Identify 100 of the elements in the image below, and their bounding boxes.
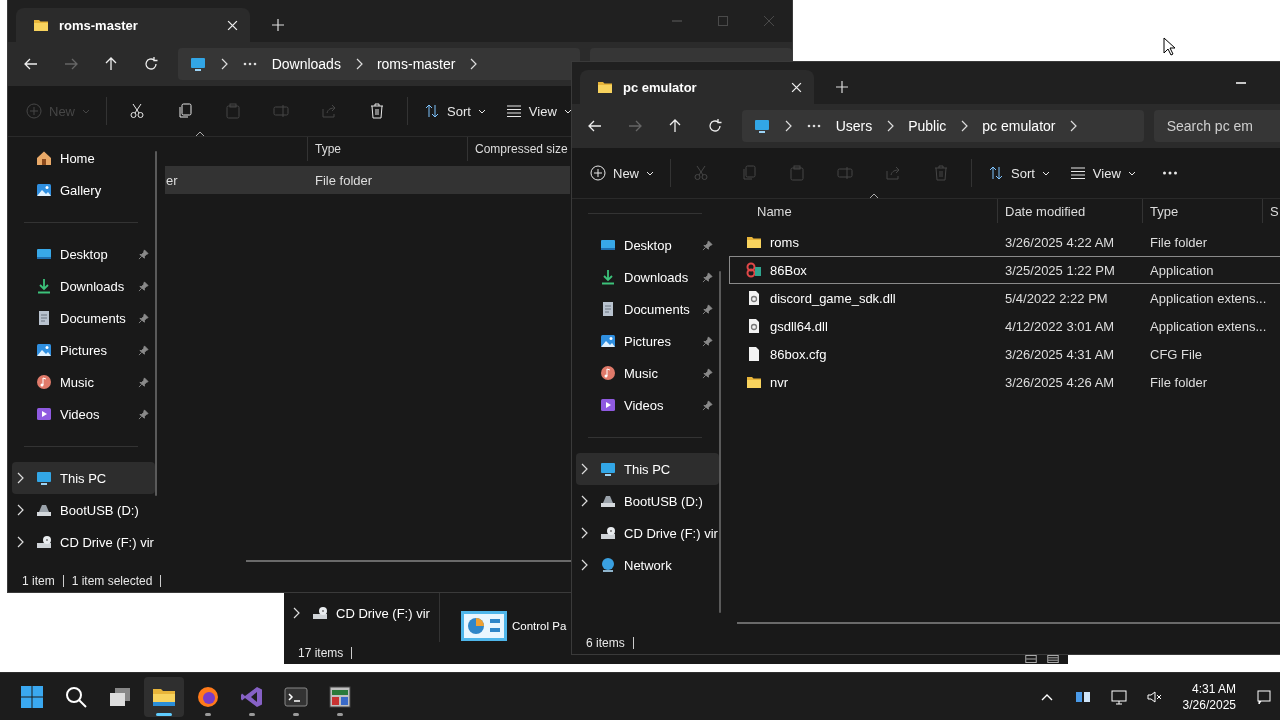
status-text: 1 item selected [71, 574, 153, 588]
monitor-icon [753, 118, 770, 134]
breadcrumb-item[interactable]: Downloads [271, 56, 341, 72]
breadcrumb-item[interactable]: Users [835, 118, 873, 134]
sidebar-item[interactable]: Videos [12, 398, 155, 430]
file-row[interactable]: gsdll64.dll 4/12/2022 3:01 AM Application extens... [729, 312, 1280, 340]
sidebar-item[interactable]: Downloads [12, 270, 155, 302]
clipboard-icon [225, 103, 241, 119]
chevron-right-icon[interactable] [580, 495, 588, 507]
browser-icon [196, 684, 220, 709]
sidebar-item[interactable]: Home [12, 142, 155, 174]
music-icon [36, 374, 52, 390]
sort-button[interactable]: Sort [984, 157, 1054, 189]
file-row[interactable]: 86box.cfg 3/26/2025 4:31 AM CFG File [729, 340, 1280, 368]
sidebar-item[interactable]: Desktop [576, 229, 719, 261]
scrollbar[interactable] [246, 560, 572, 562]
sidebar-item[interactable]: Documents [12, 302, 155, 334]
sort-button[interactable]: Sort [420, 95, 490, 127]
disc-drive-icon [312, 605, 328, 621]
sidebar-item[interactable]: CD Drive (F:) vir [576, 517, 719, 549]
sidebar-item[interactable]: Desktop [12, 238, 155, 270]
muted-speaker-icon[interactable] [1146, 688, 1163, 705]
sidebar-item[interactable]: BootUSB (D:) [576, 485, 719, 517]
disc-drive-icon [36, 534, 52, 550]
tab-title: roms-master [59, 17, 139, 33]
new-tab-icon[interactable] [272, 19, 284, 31]
column-header[interactable]: Date modified [997, 199, 1142, 223]
table-cell: File folder [315, 172, 373, 188]
sidebar-item[interactable]: This PC [576, 453, 719, 485]
table-cell: 3/25/2025 1:22 PM [1005, 262, 1115, 278]
view-button[interactable]: View [1065, 157, 1140, 189]
plus-circle-icon [590, 165, 606, 181]
new-tab-icon[interactable] [836, 81, 848, 93]
sidebar-item[interactable]: Gallery [12, 174, 155, 206]
chevron-right-icon[interactable] [580, 527, 588, 539]
address-bar[interactable]: Downloads roms-master [177, 48, 580, 80]
video-icon [600, 397, 616, 413]
download-icon [36, 278, 52, 294]
file-row[interactable]: roms 3/26/2025 4:22 AM File folder [729, 228, 1280, 256]
breadcrumb-item[interactable]: pc emulator [982, 118, 1056, 134]
chevron-right-icon[interactable] [580, 463, 588, 475]
file-row[interactable]: discord_game_sdk.dll 5/4/2022 2:22 PM Application extens... [729, 284, 1280, 312]
chevron-right-icon [219, 58, 228, 70]
column-header[interactable]: Compressed size [467, 137, 570, 161]
sidebar-item[interactable]: Downloads [576, 261, 719, 293]
tab[interactable]: roms-master [16, 8, 250, 42]
search-field[interactable]: Search pc em [1153, 110, 1280, 142]
clock[interactable]: 4:31 AM 3/26/2025 [1182, 680, 1236, 713]
column-header[interactable]: Name [729, 199, 997, 223]
monitor-icon [189, 56, 206, 72]
sidebar-item[interactable]: This PC [12, 462, 155, 494]
scrollbar[interactable] [719, 271, 721, 613]
scrollbar[interactable] [155, 151, 157, 496]
gear-file-icon [746, 318, 762, 334]
clipboard-icon [789, 165, 805, 181]
table-cell: Application [1150, 262, 1214, 278]
chevron-right-icon[interactable] [16, 504, 24, 516]
copy-icon [741, 165, 757, 181]
file-icon [746, 346, 762, 362]
search-field[interactable] [589, 48, 793, 62]
picture-icon [36, 342, 52, 358]
view-button[interactable]: View [501, 95, 576, 127]
address-bar[interactable]: Users Public pc emulator [741, 110, 1144, 142]
breadcrumb-item[interactable]: roms-master [376, 56, 456, 72]
forward-arrow-icon [626, 118, 643, 134]
breadcrumb-item[interactable]: Public [908, 118, 947, 134]
file-name[interactable]: Control Pa [512, 620, 567, 632]
sidebar-item[interactable]: BootUSB (D:) [12, 494, 155, 526]
column-header[interactable]: Type [307, 137, 467, 161]
tiles-view-icon[interactable] [1046, 655, 1060, 663]
sidebar-item[interactable]: Videos [576, 389, 719, 421]
caret-icon [1041, 170, 1050, 176]
sidebar-item[interactable]: Music [12, 366, 155, 398]
details-view-icon[interactable] [1024, 655, 1038, 663]
chevron-right-icon[interactable] [292, 607, 300, 619]
column-header[interactable]: Type [1142, 199, 1262, 223]
table-cell: 4/12/2022 3:01 AM [1005, 318, 1115, 334]
chevron-right-icon[interactable] [580, 559, 588, 571]
file-row[interactable]: 86Box 3/25/2025 1:22 PM Application [729, 256, 1280, 284]
new-button[interactable]: New [586, 157, 658, 189]
tab-title: pc emulator [623, 79, 698, 95]
sidebar-item[interactable]: Documents [576, 293, 719, 325]
sidebar-item[interactable]: CD Drive (F:) vir [288, 598, 436, 628]
column-header[interactable]: S [1262, 199, 1280, 223]
notification-icon[interactable] [1256, 688, 1272, 705]
sidebar-item[interactable]: CD Drive (F:) vir [12, 526, 155, 558]
file-row[interactable]: er File folder [165, 166, 570, 194]
list-view-icon [505, 103, 522, 119]
file-row[interactable]: nvr 3/26/2025 4:26 AM File folder [729, 368, 1280, 396]
chevron-right-icon[interactable] [16, 536, 24, 548]
table-cell: CFG File [1150, 346, 1202, 362]
sidebar-item[interactable]: Network [576, 549, 719, 581]
sidebar-item[interactable]: Music [576, 357, 719, 389]
sort-icon [988, 165, 1004, 181]
scrollbar[interactable] [737, 622, 1280, 624]
sidebar-item[interactable]: Pictures [576, 325, 719, 357]
tab[interactable]: pc emulator [580, 70, 814, 104]
chevron-right-icon[interactable] [16, 472, 24, 484]
sidebar-item[interactable]: Pictures [12, 334, 155, 366]
explorer-taskbar-button[interactable] [144, 676, 184, 717]
